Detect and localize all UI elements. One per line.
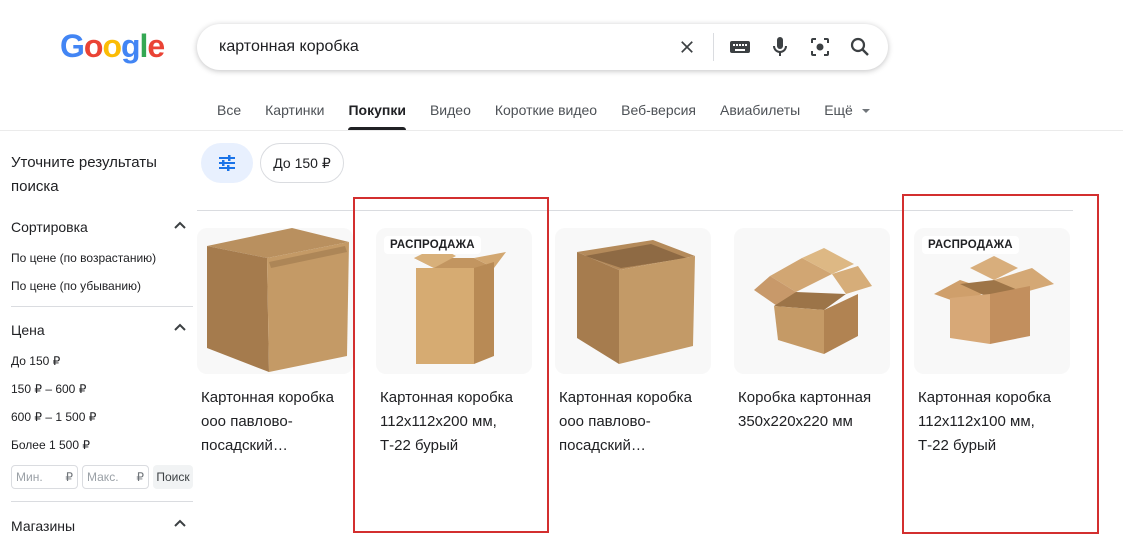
- currency-label: ₽: [136, 470, 144, 484]
- tune-icon: [219, 155, 235, 171]
- stores-heading[interactable]: Магазины: [11, 518, 75, 534]
- divider: [713, 33, 714, 61]
- price-min-input[interactable]: Мин. ₽: [11, 465, 78, 489]
- price-chip[interactable]: До 150 ₽: [260, 143, 344, 183]
- search-tabs: Все Картинки Покупки Видео Короткие виде…: [217, 102, 895, 130]
- tab-more-label: Ещё: [824, 102, 853, 118]
- header-divider: [0, 130, 1123, 131]
- chevron-up-icon[interactable]: [172, 218, 188, 234]
- highlight-box: [902, 194, 1099, 534]
- chevron-up-icon[interactable]: [172, 516, 188, 532]
- price-min-placeholder: Мин.: [16, 470, 43, 484]
- search-input[interactable]: картонная коробка: [219, 38, 667, 56]
- price-heading[interactable]: Цена: [11, 322, 45, 338]
- google-logo[interactable]: Google: [60, 28, 165, 65]
- product-title[interactable]: Картонная коробка ооо павлово-посадский…: [197, 386, 351, 458]
- highlight-box: [353, 197, 549, 533]
- price-option-3[interactable]: 600 ₽ – 1 500 ₽: [11, 410, 96, 424]
- filters-button[interactable]: [201, 143, 253, 183]
- lens-icon[interactable]: [800, 24, 840, 70]
- product-image[interactable]: [734, 228, 890, 374]
- product-image[interactable]: [555, 228, 711, 374]
- search-box[interactable]: картонная коробка: [197, 24, 888, 70]
- product-title[interactable]: Коробка картонная 350x220x220 мм: [734, 386, 888, 434]
- keyboard-icon[interactable]: [720, 24, 760, 70]
- product-card[interactable]: Картонная коробка ооо павлово-посадский…: [197, 228, 353, 458]
- sort-option-desc[interactable]: По цене (по убыванию): [11, 279, 141, 293]
- caret-down-icon: [861, 109, 870, 114]
- sort-heading[interactable]: Сортировка: [11, 219, 88, 235]
- product-card[interactable]: Картонная коробка ооо павлово-посадский…: [555, 228, 711, 458]
- price-option-1[interactable]: До 150 ₽: [11, 354, 60, 368]
- tab-images[interactable]: Картинки: [265, 102, 324, 130]
- product-card[interactable]: Коробка картонная 350x220x220 мм: [734, 228, 890, 434]
- tab-short-videos[interactable]: Короткие видео: [495, 102, 597, 130]
- search-icon[interactable]: [840, 24, 880, 70]
- price-option-4[interactable]: Более 1 500 ₽: [11, 438, 90, 452]
- product-title[interactable]: Картонная коробка ооо павлово-посадский…: [555, 386, 709, 458]
- price-max-input[interactable]: Макс. ₽: [82, 465, 149, 489]
- price-option-2[interactable]: 150 ₽ – 600 ₽: [11, 382, 86, 396]
- sidebar-title: Уточните результаты поиска: [11, 154, 157, 195]
- tab-flights[interactable]: Авиабилеты: [720, 102, 800, 130]
- mic-icon[interactable]: [760, 24, 800, 70]
- currency-label: ₽: [65, 470, 73, 484]
- tab-videos[interactable]: Видео: [430, 102, 471, 130]
- chevron-up-icon[interactable]: [172, 320, 188, 336]
- sidebar-divider: [11, 501, 193, 502]
- price-max-placeholder: Макс.: [87, 470, 119, 484]
- sort-option-asc[interactable]: По цене (по возрастанию): [11, 251, 156, 265]
- close-icon[interactable]: [667, 24, 707, 70]
- tab-shopping[interactable]: Покупки: [348, 102, 407, 130]
- tab-all[interactable]: Все: [217, 102, 241, 130]
- sidebar-divider: [11, 306, 193, 307]
- tab-web[interactable]: Веб-версия: [621, 102, 696, 130]
- tab-more[interactable]: Ещё: [824, 102, 871, 130]
- product-image[interactable]: [197, 228, 353, 374]
- price-search-button[interactable]: Поиск: [153, 465, 193, 489]
